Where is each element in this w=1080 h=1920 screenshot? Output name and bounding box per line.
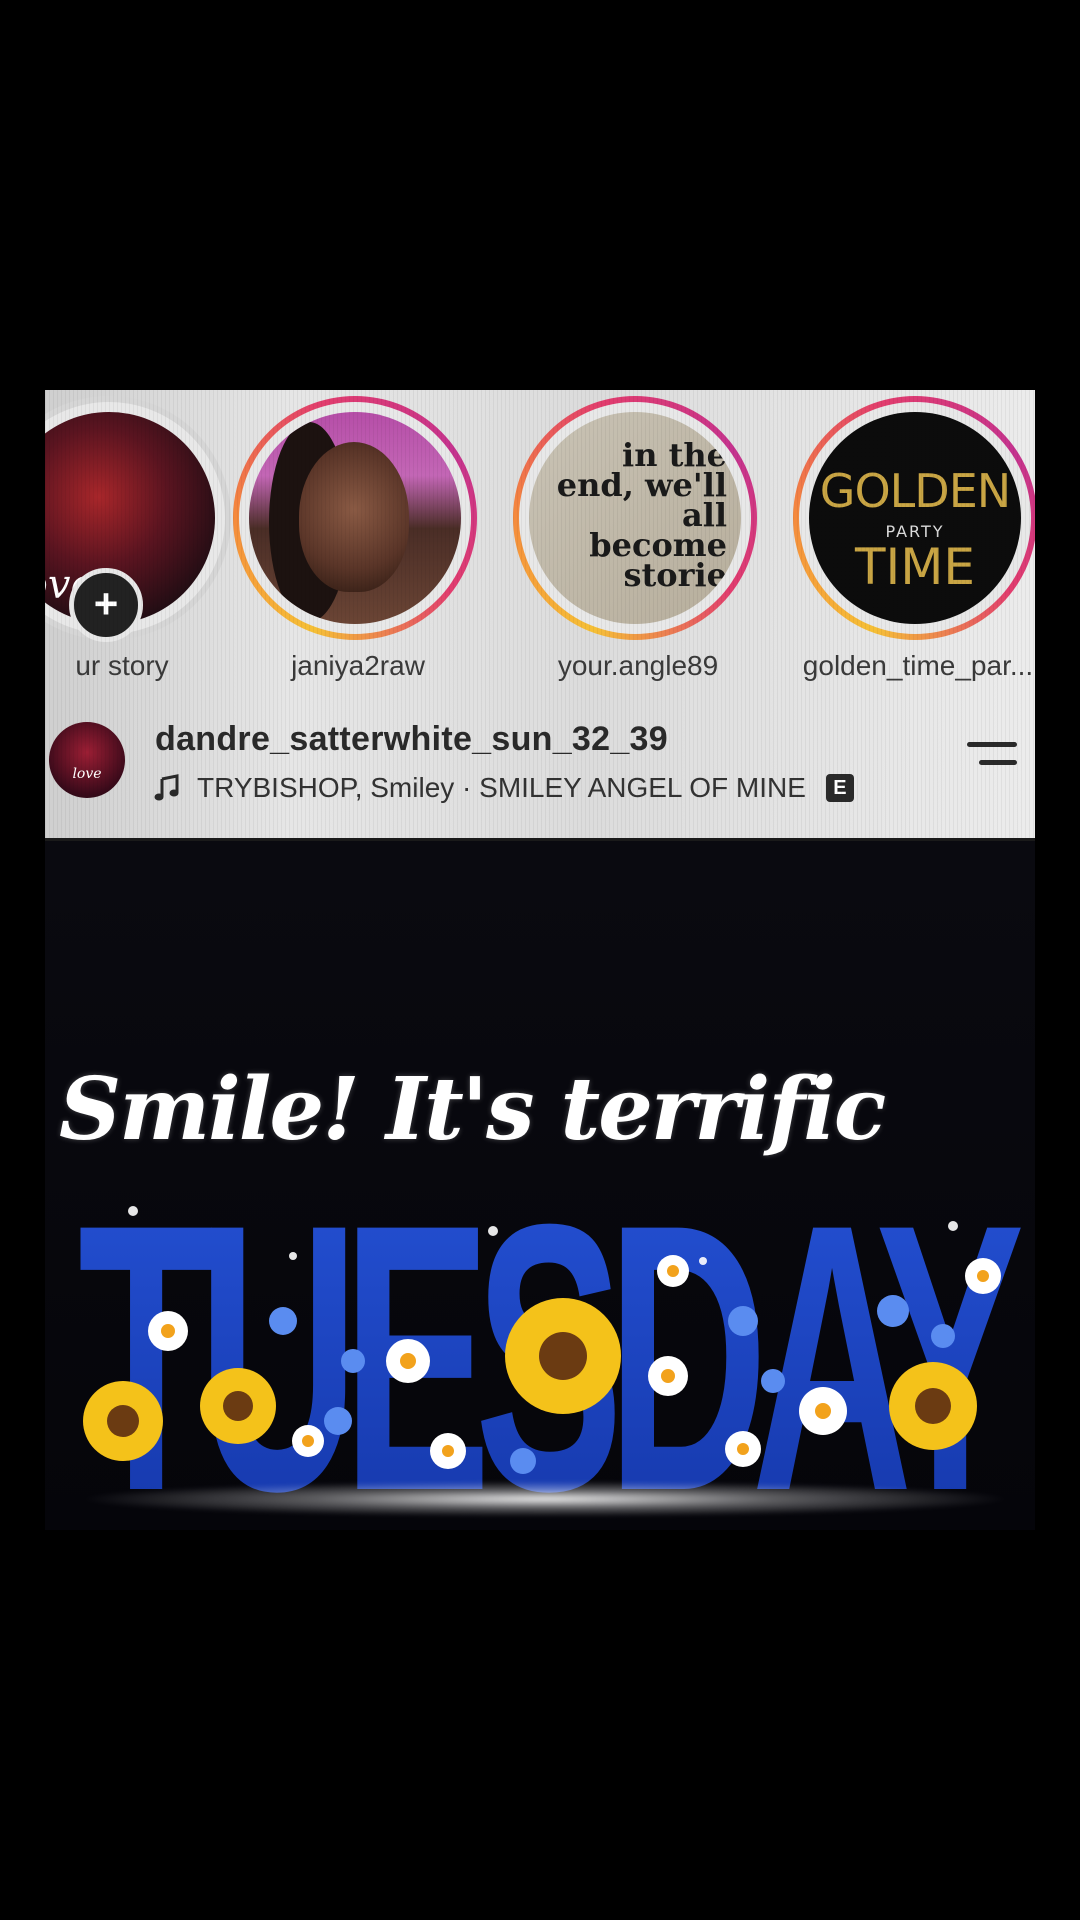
post-audio-row[interactable]: TRYBISHOP, Smiley · SMILEY ANGEL OF MINE…	[153, 770, 854, 806]
explicit-badge: E	[825, 774, 854, 802]
music-note-icon	[154, 774, 179, 801]
post-author-avatar[interactable]: love	[49, 722, 125, 798]
avatar-logo-text: GOLDEN	[819, 464, 1011, 518]
post-image[interactable]: Smile! It's terrific TUESDAY	[45, 838, 1035, 1530]
story-your-angle89[interactable]: in the end, we'll all become storie your…	[513, 396, 763, 696]
story-label: your.angle89	[557, 650, 719, 681]
story-janiya2raw[interactable]: janiya2raw	[233, 396, 483, 696]
avatar-quote-text: in the end, we'll all become storie	[556, 436, 727, 594]
menu-icon[interactable]	[961, 742, 1017, 772]
story-own[interactable]: love + ur story	[45, 396, 237, 696]
tuesday-word-art: TUESDAY	[78, 1171, 1033, 1501]
sparkle-strip	[75, 1481, 1015, 1517]
add-story-button[interactable]: +	[69, 568, 143, 642]
post-image-headline: Smile! It's terrific	[59, 1059, 886, 1160]
post-audio-label: TRYBISHOP, Smiley · SMILEY ANGEL OF MINE	[197, 772, 806, 803]
story-label: janiya2raw	[291, 650, 425, 681]
story-label: golden_time_par...	[802, 650, 1034, 681]
story-golden-time[interactable]: GOLDEN PARTY TIME golden_time_par...	[793, 396, 1035, 696]
story-avatar	[249, 412, 461, 624]
screen: love + ur story janiya2raw i	[0, 0, 1080, 1920]
post-username[interactable]: dandre_satterwhite_sun_32_39	[155, 720, 668, 759]
avatar-overlay-text: love	[72, 766, 102, 782]
photo-of-screen: love + ur story janiya2raw i	[45, 390, 1035, 1530]
stories-panel: love + ur story janiya2raw i	[45, 390, 1035, 838]
story-avatar: in the end, we'll all become storie	[529, 412, 741, 624]
avatar-logo-text: TIME	[854, 538, 976, 596]
post-header: love dandre_satterwhite_sun_32_39 TRYBIS…	[45, 720, 1035, 830]
story-avatar: GOLDEN PARTY TIME	[809, 412, 1021, 624]
